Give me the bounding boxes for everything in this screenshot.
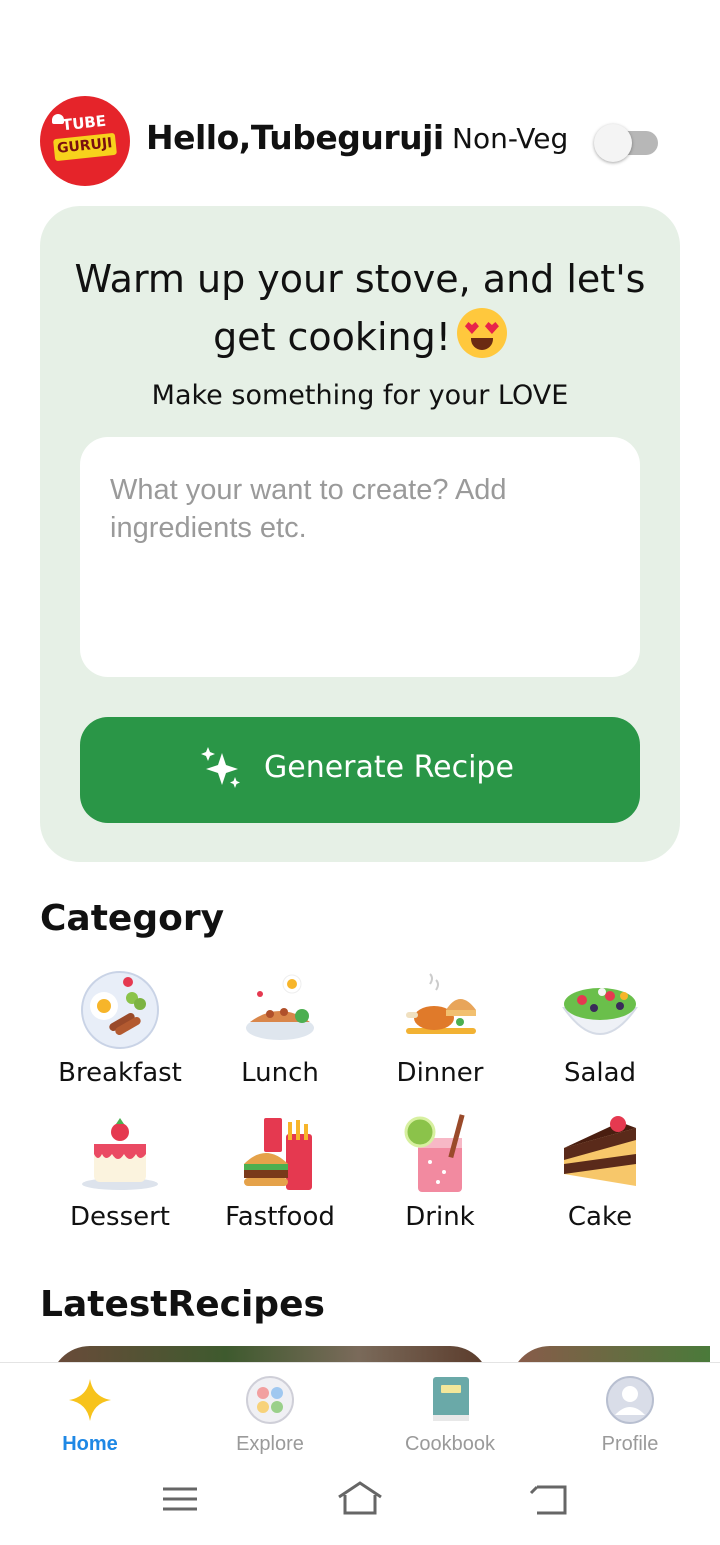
app-logo[interactable]: TUBE GURUJI <box>40 96 130 186</box>
category-label: Drink <box>405 1202 475 1232</box>
book-icon <box>433 1377 469 1421</box>
category-drink[interactable]: Drink <box>360 1110 520 1250</box>
category-fastfood[interactable]: Fastfood <box>200 1110 360 1250</box>
hero-subtitle: Make something for your LOVE <box>151 380 569 411</box>
category-lunch[interactable]: Lunch <box>200 966 360 1106</box>
category-breakfast[interactable]: Breakfast <box>40 966 200 1106</box>
category-cake[interactable]: Cake <box>520 1110 680 1250</box>
nav-profile[interactable]: Profile <box>560 1375 700 1465</box>
category-salad[interactable]: Salad <box>520 966 680 1106</box>
ingredients-placeholder: What your want to create? Add ingredient… <box>110 474 507 544</box>
category-dinner[interactable]: Dinner <box>360 966 520 1106</box>
category-label: Cake <box>567 1202 633 1232</box>
category-label: Fastfood <box>225 1202 335 1232</box>
dinner-icon <box>406 973 476 1034</box>
category-label: Dessert <box>70 1202 170 1232</box>
category-label: Dinner <box>396 1058 484 1088</box>
hero-title: Warm up your stove, and let's get cookin… <box>74 257 646 359</box>
system-nav-bar <box>0 1463 720 1543</box>
category-dessert[interactable]: Dessert <box>40 1110 200 1250</box>
profile-icon <box>606 1376 654 1424</box>
explore-icon <box>246 1376 294 1424</box>
drink-icon <box>404 1114 465 1192</box>
back-icon[interactable] <box>525 1479 575 1519</box>
generate-recipe-button[interactable]: Generate Recipe <box>80 717 640 823</box>
nav-label: Cookbook <box>404 1433 496 1455</box>
category-label: Breakfast <box>58 1058 182 1088</box>
generate-recipe-label: Generate Recipe <box>264 750 514 785</box>
diet-label: Non-Veg <box>452 122 569 155</box>
nav-explore[interactable]: Explore <box>200 1375 340 1465</box>
nav-cookbook[interactable]: Cookbook <box>380 1375 520 1465</box>
greeting: Hello,Tubeguruji <box>146 118 444 157</box>
heart-eyes-emoji-icon <box>456 308 507 358</box>
lunch-icon <box>246 974 314 1040</box>
category-label: Lunch <box>241 1058 319 1088</box>
salad-icon <box>562 988 638 1035</box>
breakfast-icon <box>81 971 159 1049</box>
nav-label: Explore <box>236 1433 304 1455</box>
logo-text-top: TUBE <box>61 111 107 135</box>
dessert-icon <box>82 1118 158 1190</box>
cake-icon <box>564 1116 636 1186</box>
bottom-nav: Home Explore Cookbook Profile <box>0 1362 720 1545</box>
sparkle-icon <box>69 1379 111 1421</box>
nav-label: Profile <box>601 1433 659 1455</box>
home-icon[interactable] <box>335 1479 385 1519</box>
header: TUBE GURUJI Hello,Tubeguruji Non-Veg <box>40 96 680 186</box>
nav-label: Home <box>62 1433 118 1455</box>
fastfood-icon <box>244 1118 312 1190</box>
latest-recipes-title: LatestRecipes <box>40 1284 325 1325</box>
category-title: Category <box>40 898 225 939</box>
ingredients-input[interactable]: What your want to create? Add ingredient… <box>80 437 640 677</box>
non-veg-toggle[interactable] <box>594 124 658 162</box>
category-grid: Breakfast Lunch Dinner Salad Dessert Fas… <box>40 966 680 1246</box>
menu-icon[interactable] <box>155 1479 205 1519</box>
sparkle-icon <box>201 747 240 788</box>
category-label: Salad <box>563 1058 637 1088</box>
nav-home[interactable]: Home <box>20 1375 160 1465</box>
recipe-generator-card: Warm up your stove, and let's get cookin… <box>40 206 680 862</box>
